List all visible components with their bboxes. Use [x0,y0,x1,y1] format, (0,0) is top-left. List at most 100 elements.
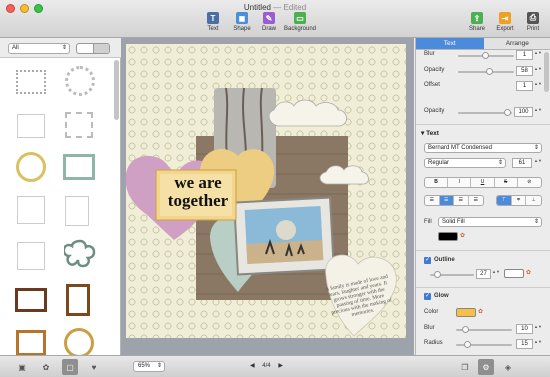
frame-thumbnail[interactable] [65,196,89,226]
glow-radius-field[interactable]: 15 [516,339,533,349]
tab-arrange[interactable]: Arrange [483,38,550,50]
glow-blur-field[interactable]: 10 [516,324,533,334]
text-opacity-slider[interactable] [458,109,512,116]
stepper-icon[interactable]: ▲▼ [492,269,500,279]
frame-thumbnail[interactable] [17,196,45,224]
fill-type-select[interactable]: Solid Fill ⇕ [438,217,542,227]
shadow-blur-slider[interactable] [458,52,514,59]
slider-knob[interactable] [504,109,511,116]
underline-button[interactable]: U [471,178,495,187]
layers-button[interactable]: ◈ [500,359,516,375]
next-page-button[interactable]: ▶ [278,363,283,369]
stepper-icon[interactable]: ▲▼ [534,107,542,117]
shape-icon: ◼ [236,12,248,24]
chevron-updown-icon: ⇕ [156,363,162,369]
alignment-buttons: ☰ ☰ ☰ ☰ [424,195,484,206]
shadow-opacity-slider[interactable] [458,68,514,75]
slider-knob[interactable] [482,52,489,59]
background-tool-button[interactable]: ▭ Background [280,12,320,32]
outline-slider[interactable] [430,271,474,278]
stepper-icon[interactable]: ▲▼ [534,339,542,349]
scrapbook-page[interactable]: we are together A family is made of love… [126,44,406,338]
frame-thumbnail[interactable] [16,70,46,94]
flower-frame-thumbnail[interactable] [62,238,96,270]
glow-checkbox[interactable]: ✓ [424,293,431,300]
font-family-select[interactable]: Bernard MT Condensed ⇕ [424,143,542,153]
shadow-blur-field[interactable]: 1 [516,50,533,60]
document-name: Untitled [243,3,271,12]
favorites-library-button[interactable]: ♥ [86,359,102,375]
align-center-button[interactable]: ☰ [439,196,455,205]
slider-knob[interactable] [462,326,469,333]
font-size-field[interactable]: 61 [512,158,532,168]
slider-knob[interactable] [464,341,471,348]
frames-library-button[interactable]: ▢ [62,359,78,375]
shadow-opacity-field[interactable]: 58 [516,66,533,76]
frame-thumbnail[interactable] [16,152,46,182]
pages-button[interactable]: ❐ [457,359,473,375]
stepper-icon[interactable]: ▲▼ [534,324,542,334]
frame-thumbnail[interactable] [65,112,93,138]
frame-thumbnail[interactable] [17,114,45,138]
category-select[interactable]: All ⇕ [8,43,70,54]
page-indicator: 4/4 [262,363,271,369]
photos-library-button[interactable]: ▣ [14,359,30,375]
frame-thumbnail[interactable] [63,154,95,180]
inspector-scrollbar[interactable] [544,52,549,92]
glow-color-well[interactable] [456,308,476,317]
frame-thumbnail[interactable] [66,284,90,316]
color-picker-icon[interactable]: ✿ [478,308,483,315]
frame-thumbnail[interactable] [16,330,46,356]
outline-width-field[interactable]: 27 [476,269,491,279]
fill-color-well[interactable] [438,232,458,241]
color-picker-icon[interactable]: ✿ [526,269,531,276]
bold-button[interactable]: B [425,178,449,187]
slider-knob[interactable] [434,271,441,278]
align-middle-button[interactable]: ≑ [512,196,527,205]
grid-view-button[interactable] [77,44,94,53]
frame-thumbnail[interactable] [64,328,94,358]
align-right-button[interactable]: ☰ [454,196,469,205]
page-navigator: ◀ 4/4 ▶ [250,362,283,369]
color-picker-icon[interactable]: ✿ [460,232,465,239]
align-bottom-button[interactable]: ⊥ [526,196,541,205]
text-tool-label: Text [207,26,219,32]
zoom-select[interactable]: 65% ⇕ [133,361,165,372]
text-section-header[interactable]: ▾ Text [421,129,439,137]
glow-radius-slider[interactable] [456,341,512,348]
align-top-button[interactable]: ⊤ [497,196,512,205]
glow-blur-slider[interactable] [456,326,512,333]
frame-thumbnail[interactable] [65,66,95,96]
stepper-icon[interactable]: ▲▼ [534,81,542,91]
no-style-button[interactable]: ⊘ [518,178,541,187]
shadow-opacity-label: Opacity [424,67,445,73]
text-style-buttons: B I U S ⊘ [424,177,542,188]
text-opacity-field[interactable]: 100 [514,107,533,117]
justify-button[interactable]: ☰ [469,196,483,205]
outline-checkbox[interactable]: ✓ [424,257,431,264]
outline-color-well[interactable] [504,269,524,278]
slider-knob[interactable] [486,68,493,75]
text-opacity-label: Opacity [424,108,445,114]
list-view-button[interactable] [93,44,109,53]
stepper-icon[interactable]: ▲▼ [534,158,542,168]
previous-page-button[interactable]: ◀ [250,363,255,369]
cloud-sticker[interactable] [268,99,347,127]
tab-text[interactable]: Text [416,38,484,50]
print-button[interactable]: ⎙ Print [513,12,550,32]
headline-text[interactable]: we are together [164,174,232,210]
library-scrollbar[interactable] [114,60,119,120]
shadow-offset-field[interactable]: 1 [516,81,533,91]
glow-radius-label: Radius [424,340,443,346]
stepper-icon[interactable]: ▲▼ [534,50,542,60]
stickers-library-button[interactable]: ✿ [38,359,54,375]
frame-thumbnail[interactable] [15,288,47,312]
italic-button[interactable]: I [448,178,472,187]
align-left-button[interactable]: ☰ [425,196,440,205]
stepper-icon[interactable]: ▲▼ [534,66,542,76]
strikethrough-button[interactable]: S [495,178,518,187]
inspector-button[interactable]: ⚙ [478,359,494,375]
frame-thumbnail[interactable] [17,242,45,270]
draw-icon: ✎ [263,12,275,24]
font-style-select[interactable]: Regular ⇕ [424,158,506,168]
